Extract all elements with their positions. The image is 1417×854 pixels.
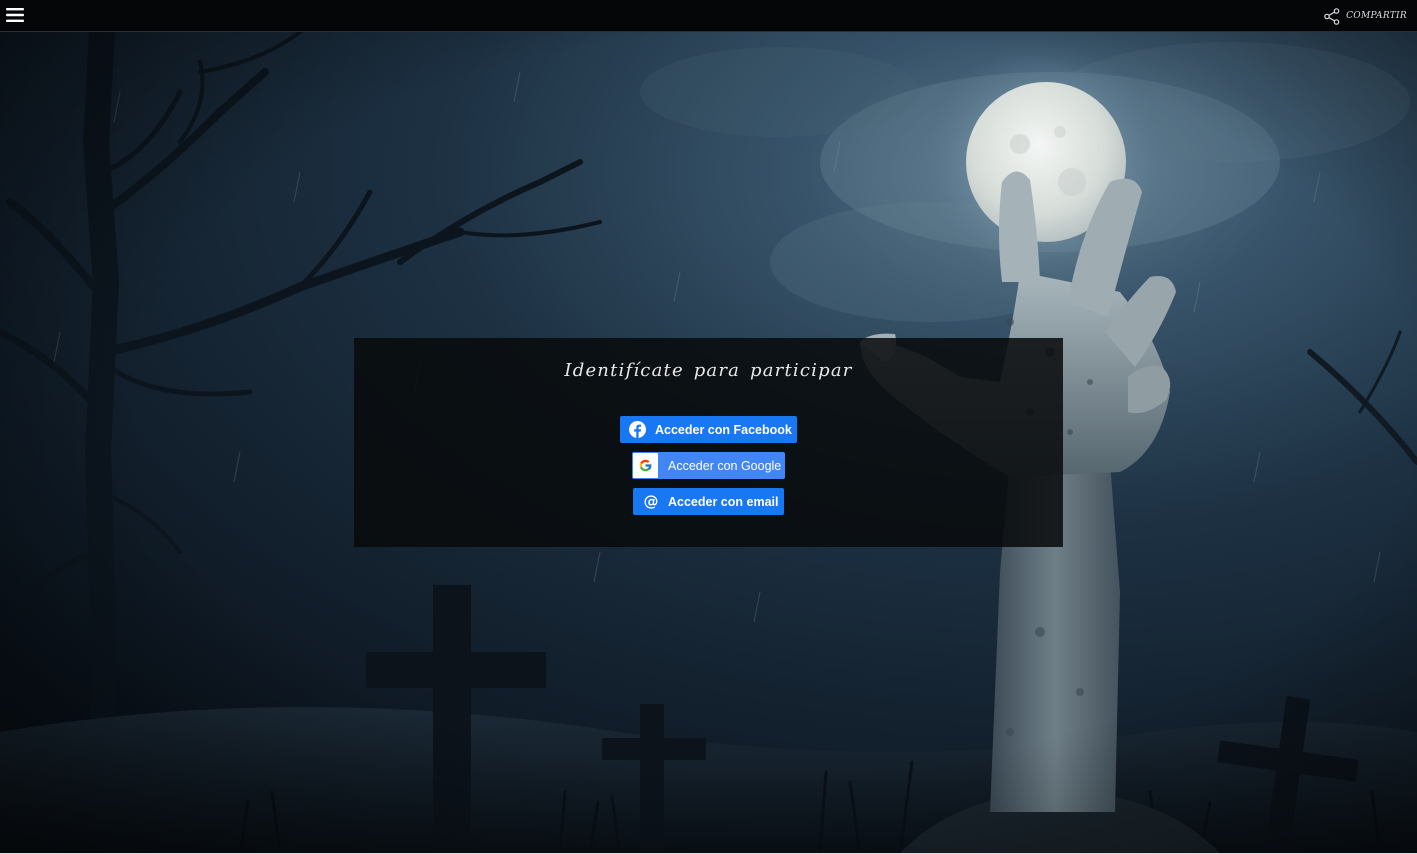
at-sign-icon — [644, 494, 658, 509]
email-login-button[interactable]: Acceder con email — [633, 488, 784, 515]
top-bar: COMPARTIR — [0, 0, 1417, 32]
google-login-button[interactable]: Acceder con Google — [632, 452, 785, 479]
page: COMPARTIR Identifícate para participar A… — [0, 0, 1417, 854]
share-button[interactable]: COMPARTIR — [1324, 6, 1407, 26]
google-icon — [639, 459, 652, 472]
hamburger-icon — [6, 8, 24, 22]
facebook-login-label: Acceder con Facebook — [655, 422, 792, 437]
login-title: Identifícate para participar — [564, 360, 853, 381]
share-icon — [1324, 7, 1340, 25]
facebook-login-button[interactable]: Acceder con Facebook — [620, 416, 797, 443]
login-panel: Identifícate para participar Acceder con… — [354, 338, 1063, 547]
google-login-label: Acceder con Google — [668, 458, 782, 473]
facebook-icon — [629, 421, 646, 438]
google-icon-box — [633, 453, 658, 478]
email-login-label: Acceder con email — [668, 494, 779, 509]
menu-button[interactable] — [6, 7, 24, 23]
share-label: COMPARTIR — [1346, 11, 1407, 21]
